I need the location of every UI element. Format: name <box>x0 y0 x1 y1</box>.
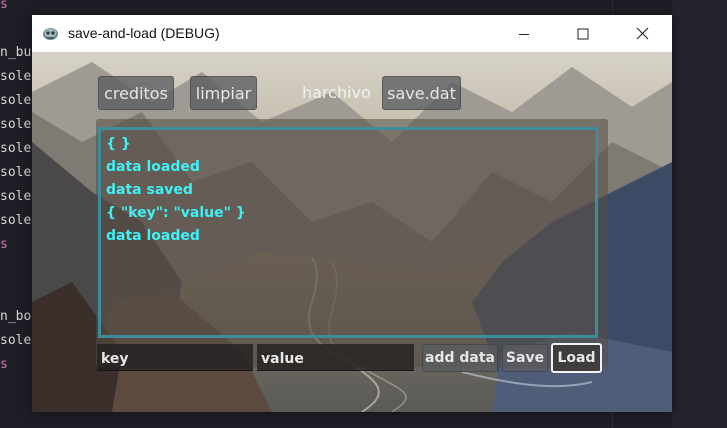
harchivo-label: harchivo <box>302 83 371 102</box>
code-line: sole <box>0 333 32 348</box>
close-button[interactable] <box>613 15 671 52</box>
code-line: s <box>0 0 8 12</box>
code-line: sole <box>0 189 32 204</box>
code-line: sole <box>0 165 32 180</box>
editor-right-pane <box>672 0 727 428</box>
code-line: sole <box>0 93 32 108</box>
limpiar-button[interactable]: limpiar <box>190 76 257 110</box>
minimize-icon <box>519 33 529 35</box>
code-line: s <box>0 237 8 252</box>
code-line: n_bu <box>0 45 32 60</box>
code-line: sole <box>0 141 32 156</box>
game-window: save-and-load (DEBUG) creditos limpiar h… <box>32 15 672 412</box>
maximize-button[interactable] <box>554 15 612 52</box>
code-line: sole <box>0 69 32 84</box>
log-line: { } <box>106 136 131 152</box>
key-input[interactable] <box>97 344 253 371</box>
code-line: n_bo <box>0 309 32 324</box>
creditos-button[interactable]: creditos <box>98 76 174 110</box>
code-line: s <box>0 357 8 372</box>
log-line: data saved <box>106 182 193 198</box>
title-bar[interactable]: save-and-load (DEBUG) <box>32 15 672 52</box>
value-input[interactable] <box>257 344 414 371</box>
maximize-icon <box>577 28 589 39</box>
log-line: data loaded <box>106 159 200 175</box>
log-line: data loaded <box>106 228 200 244</box>
log-line: { "key": "value" } <box>106 205 246 221</box>
file-name-button[interactable]: save.dat <box>382 76 461 110</box>
code-line: sole <box>0 213 32 228</box>
add-data-button[interactable]: add data <box>422 344 498 372</box>
close-icon <box>636 27 648 40</box>
minimize-button[interactable] <box>495 15 553 52</box>
save-button[interactable]: Save <box>502 344 548 372</box>
godot-robot-icon <box>43 28 58 40</box>
window-title: save-and-load (DEBUG) <box>68 25 220 41</box>
load-button[interactable]: Load <box>551 343 602 373</box>
game-viewport: creditos limpiar harchivo save.dat { } d… <box>32 52 672 412</box>
code-line: sole <box>0 117 32 132</box>
output-log: { } data loaded data saved { "key": "val… <box>98 127 598 338</box>
